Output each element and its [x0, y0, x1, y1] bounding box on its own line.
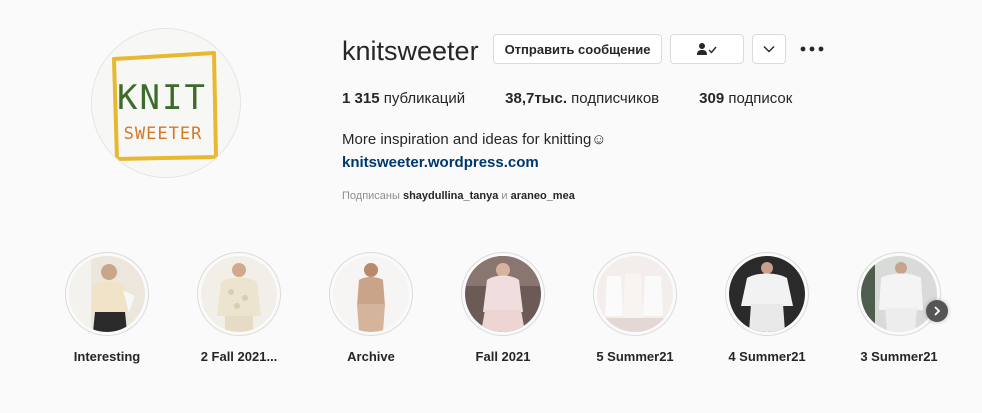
highlight-cover — [465, 256, 541, 332]
followed-and: и — [498, 190, 511, 202]
profile-avatar[interactable]: KNIT SWEETER — [91, 28, 241, 178]
knitsweeter-logo: KNIT SWEETER — [92, 29, 240, 177]
highlight-label: Fall 2021 — [475, 349, 531, 364]
highlights-next-button[interactable] — [926, 300, 948, 322]
more-options-button[interactable] — [799, 34, 825, 64]
story-highlight[interactable]: Fall 2021 — [461, 252, 545, 364]
more-horizontal-icon — [800, 46, 824, 52]
highlight-cover — [729, 256, 805, 332]
posts-label: публикаций — [379, 90, 466, 107]
highlight-label: 4 Summer21 — [728, 349, 806, 364]
profile-bio: More inspiration and ideas for knitting☺ — [342, 131, 607, 148]
profile-username: knitsweeter — [342, 36, 479, 66]
followed-prefix: Подписаны — [342, 190, 403, 202]
chevron-down-icon — [763, 46, 775, 53]
highlight-ring — [461, 252, 545, 336]
profile-website-link[interactable]: knitsweeter.wordpress.com — [342, 153, 539, 172]
highlight-cover — [597, 256, 673, 332]
highlight-ring — [725, 252, 809, 336]
suggested-accounts-button[interactable] — [752, 34, 786, 64]
story-highlight[interactable]: 4 Summer21 — [725, 252, 809, 364]
highlight-label: 3 Summer21 — [860, 349, 938, 364]
profile-page: KNIT SWEETER knitsweeter Отправить сообщ… — [0, 0, 982, 413]
highlight-ring — [329, 252, 413, 336]
followers-label: подписчиков — [567, 90, 660, 107]
person-check-icon — [697, 43, 717, 55]
followed-user-2: araneo_mea — [510, 190, 575, 202]
logo-sweeter-text: SWEETER — [124, 124, 203, 144]
highlight-label: Archive — [347, 349, 395, 364]
story-highlight[interactable]: 2 Fall 2021... — [197, 252, 281, 364]
logo-knit-text: KNIT — [117, 78, 207, 118]
posts-count: 1 315 — [342, 90, 380, 107]
highlight-ring — [197, 252, 281, 336]
highlight-cover — [861, 256, 937, 332]
profile-stats: 1 315 публикаций 38,7тыс. подписчиков 30… — [342, 89, 832, 108]
story-highlight[interactable]: 5 Summer21 — [593, 252, 677, 364]
highlight-ring — [65, 252, 149, 336]
message-button[interactable]: Отправить сообщение — [493, 34, 662, 64]
chevron-right-icon — [934, 306, 941, 316]
highlight-label: Interesting — [73, 349, 141, 364]
followers-count: 38,7тыс. — [505, 90, 568, 107]
following-button[interactable] — [670, 34, 744, 64]
highlight-cover — [201, 256, 277, 332]
followers-stat[interactable]: 38,7тыс. подписчиков — [505, 89, 659, 108]
story-highlight[interactable]: Archive — [329, 252, 413, 364]
highlight-cover — [69, 256, 145, 332]
highlight-ring — [857, 252, 941, 336]
highlight-label: 5 Summer21 — [596, 349, 674, 364]
posts-stat: 1 315 публикаций — [342, 89, 465, 108]
highlight-cover — [333, 256, 409, 332]
following-label: подписок — [724, 90, 793, 107]
story-highlight[interactable]: Interesting — [65, 252, 149, 364]
followed-user-1: shaydullina_tanya — [402, 190, 499, 202]
highlight-label: 2 Fall 2021... — [200, 349, 278, 364]
highlight-ring — [593, 252, 677, 336]
followed-by[interactable]: Подписаны shaydullina_tanya и araneo_mea — [342, 189, 575, 203]
following-count: 309 — [699, 90, 725, 107]
following-stat[interactable]: 309 подписок — [699, 89, 792, 108]
